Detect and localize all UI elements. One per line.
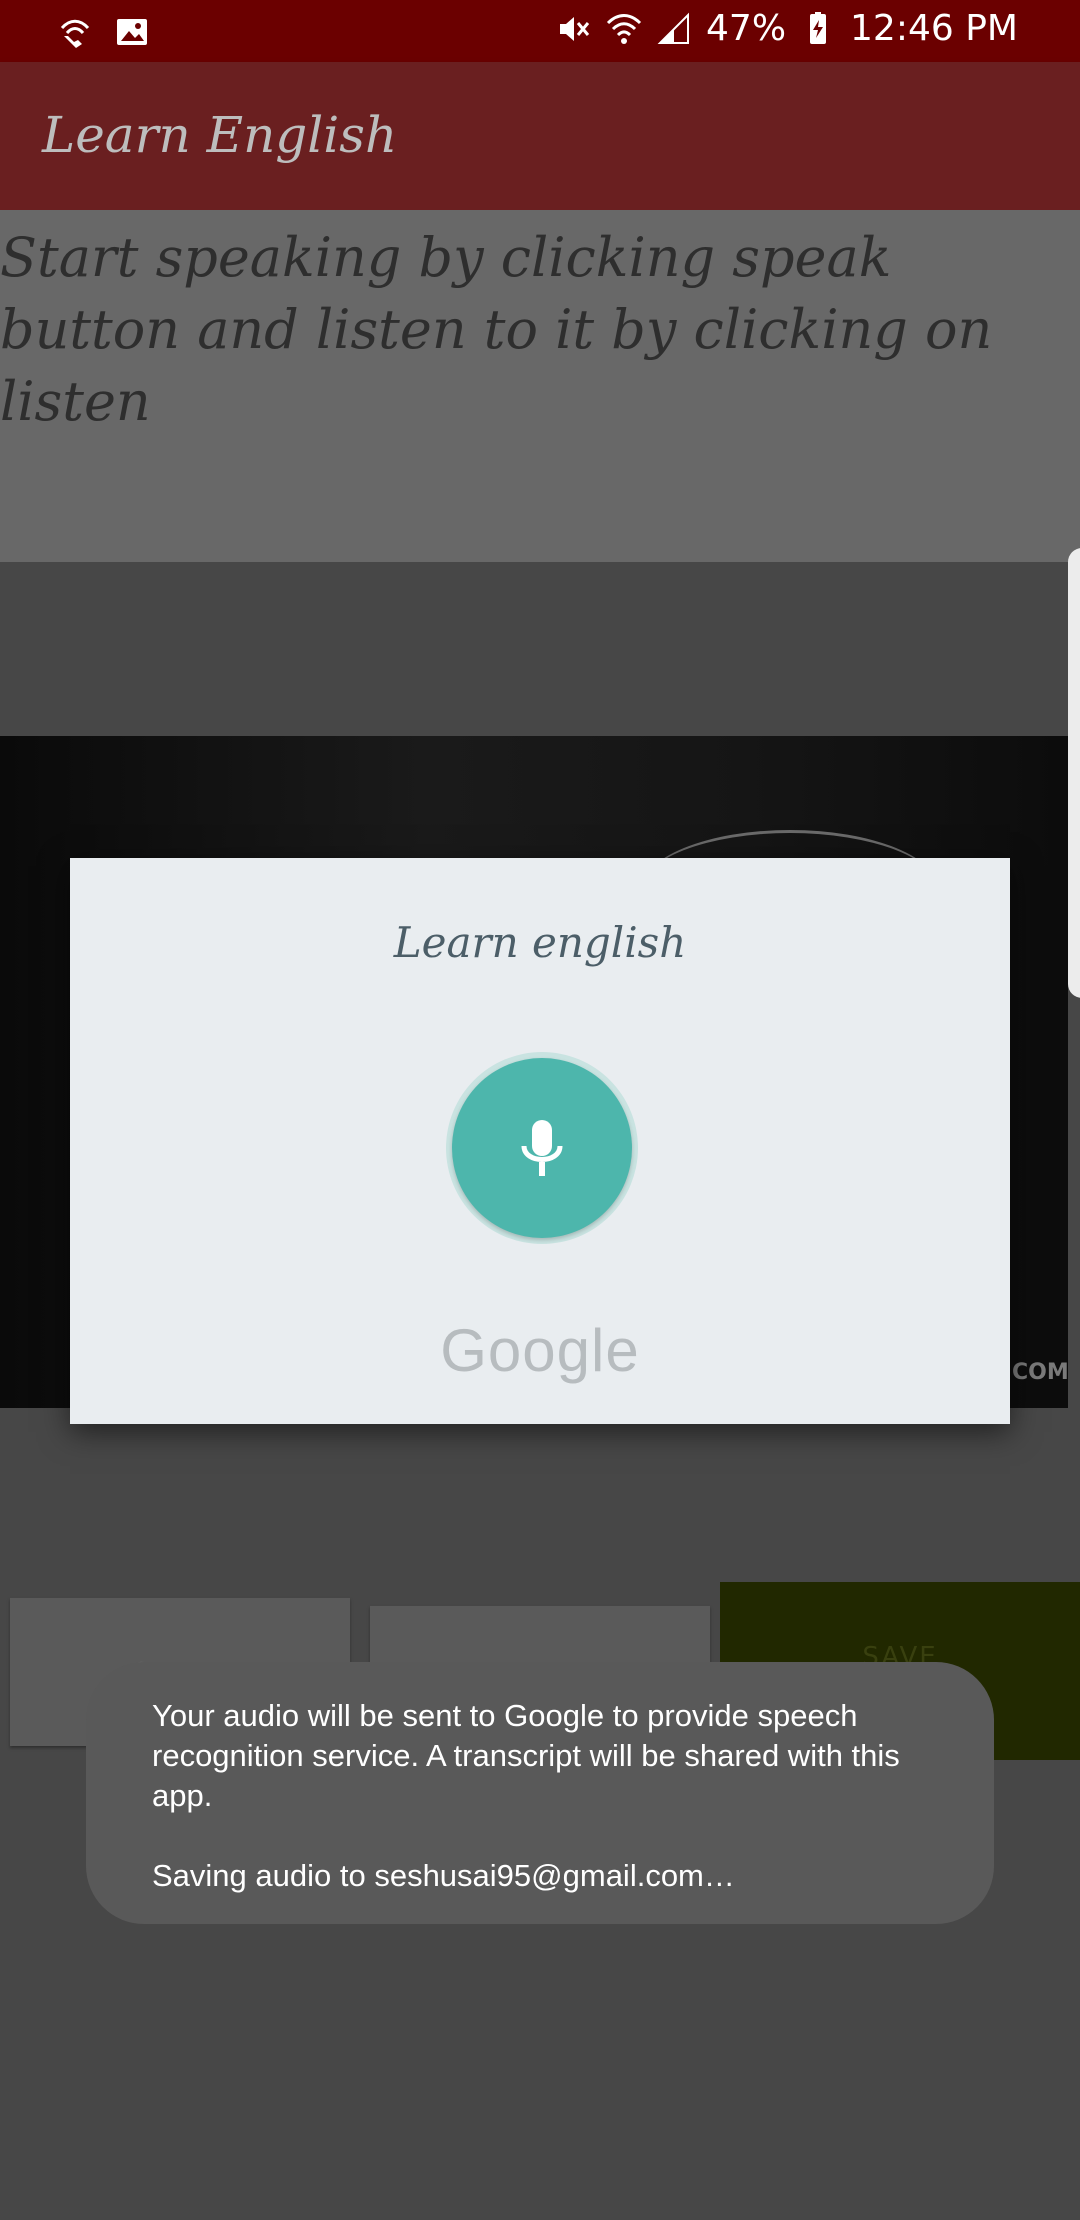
signal-icon: [657, 12, 690, 44]
toast-line-2: Saving audio to seshusai95@gmail.com…: [152, 1858, 735, 1893]
dialog-title: Learn english: [393, 918, 687, 967]
status-right: 47% 12:46 PM: [556, 8, 1018, 49]
image-caption: COM: [1012, 1360, 1069, 1385]
mute-icon: [560, 16, 590, 41]
clock: 12:46 PM: [850, 8, 1018, 49]
instruction-text: Start speaking by clicking speak button …: [0, 226, 993, 433]
battery-percent: 47%: [706, 8, 787, 49]
wifi-call-icon: [60, 19, 90, 48]
app-title: Learn English: [42, 106, 398, 164]
speech-dialog: Learn english Google: [70, 858, 1010, 1424]
toast-text: Your audio will be sent to Google to pro…: [152, 1696, 952, 1896]
mic-button[interactable]: [452, 1058, 632, 1238]
google-logo: Google: [440, 1317, 640, 1384]
status-bar: 47% 12:46 PM: [0, 0, 1080, 62]
battery-icon: [810, 11, 827, 44]
instruction-panel: Start speaking by clicking speak button …: [0, 210, 1080, 562]
wifi-icon: [606, 13, 642, 44]
image-icon: [117, 19, 147, 45]
microphone-icon: [521, 1120, 563, 1176]
toast-message: Your audio will be sent to Google to pro…: [86, 1662, 994, 1924]
app-bar: Learn English: [0, 62, 1080, 210]
toast-line-1: Your audio will be sent to Google to pro…: [152, 1698, 900, 1813]
status-left-icons: [56, 14, 150, 50]
save-label: SAVE: [862, 1642, 938, 1672]
edge-panel-handle[interactable]: [1068, 548, 1080, 998]
